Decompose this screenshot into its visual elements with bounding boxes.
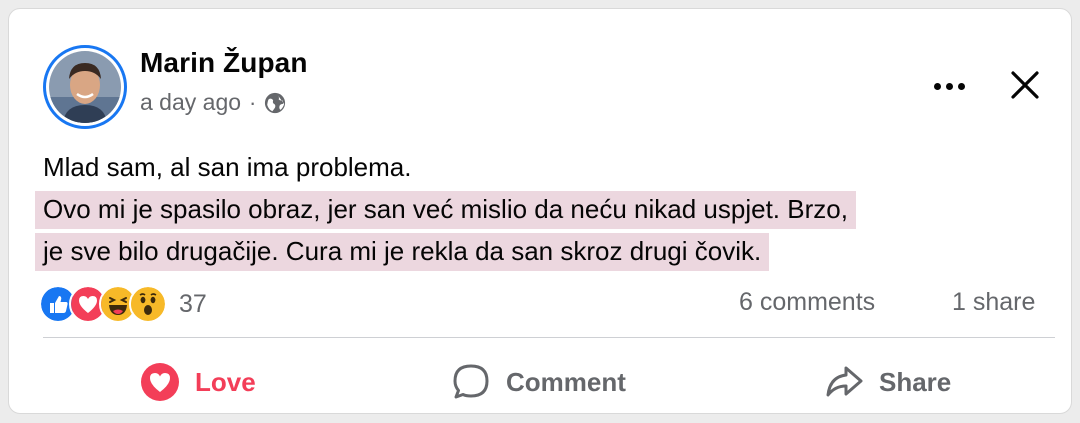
comment-icon — [453, 364, 489, 399]
profile-photo — [49, 51, 121, 123]
love-button[interactable]: Love — [139, 354, 256, 410]
divider — [43, 337, 1055, 338]
post-card: Marin Župan a day ago · Mlad sam, al san… — [8, 8, 1072, 414]
comments-count[interactable]: 6 comments — [739, 288, 875, 317]
comment-button[interactable]: Comment — [450, 354, 626, 410]
dot-icon — [957, 82, 965, 90]
post-meta: a day ago · — [140, 89, 286, 116]
share-icon — [826, 366, 863, 397]
love-button-label: Love — [195, 366, 256, 397]
globe-icon — [265, 92, 286, 113]
meta-separator: · — [249, 89, 257, 115]
close-icon[interactable] — [1005, 65, 1045, 105]
comment-button-label: Comment — [506, 366, 626, 397]
avatar[interactable] — [43, 45, 127, 129]
dot-icon — [933, 82, 941, 90]
share-button[interactable]: Share — [823, 354, 951, 410]
reactions-summary[interactable]: 37 — [39, 285, 207, 323]
dot-icon — [945, 82, 953, 90]
highlighted-text-line: Ovo mi je spasilo obraz, jer san već mis… — [35, 191, 856, 229]
highlighted-text-line: je sve bilo drugačije. Cura mi je rekla … — [35, 233, 770, 271]
wow-icon — [129, 285, 167, 323]
shares-count[interactable]: 1 share — [952, 288, 1035, 317]
love-reaction-icon — [141, 363, 179, 401]
post-body: Mlad sam, al san ima problema. Ovo mi je… — [35, 146, 1045, 272]
post-text-line: Mlad sam, al san ima problema. — [43, 152, 412, 182]
post-timestamp[interactable]: a day ago — [140, 89, 241, 116]
more-options-button[interactable] — [927, 71, 971, 101]
author-name[interactable]: Marin Župan — [140, 47, 308, 79]
share-button-label: Share — [879, 366, 952, 397]
reaction-count: 37 — [179, 289, 207, 318]
